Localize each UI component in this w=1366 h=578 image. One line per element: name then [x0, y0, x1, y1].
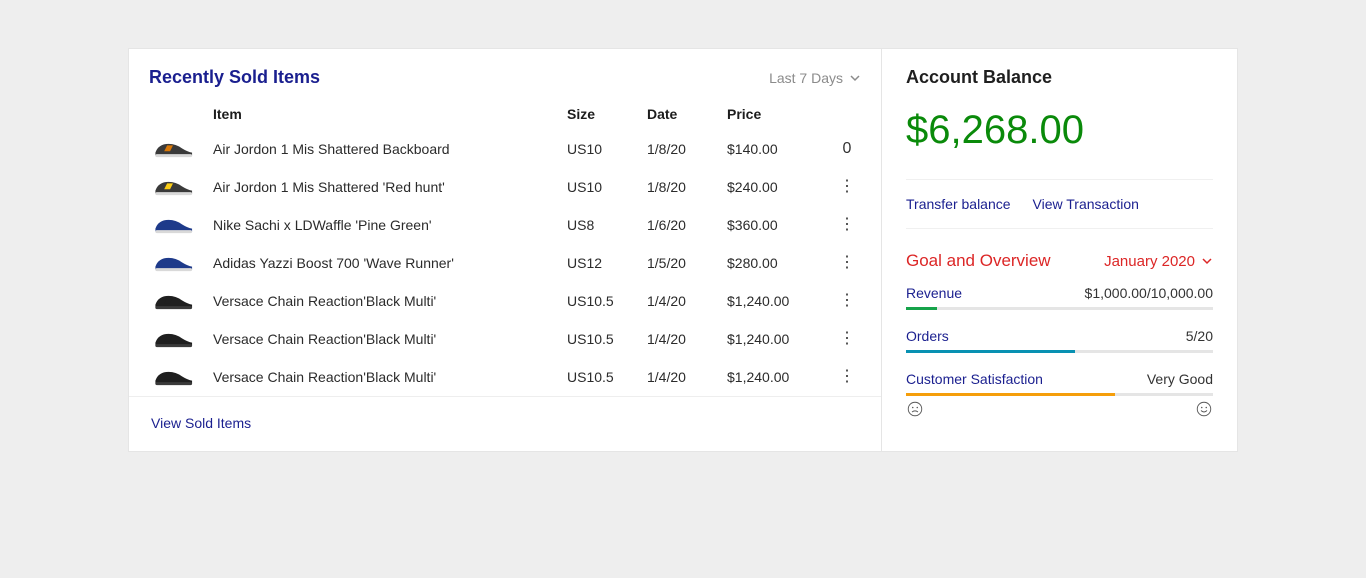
date-filter-dropdown[interactable]: Last 7 Days — [769, 70, 861, 86]
transfer-balance-link[interactable]: Transfer balance — [906, 196, 1011, 212]
item-price: $280.00 — [727, 255, 827, 271]
right-panel: Account Balance $6,268.00 Transfer balan… — [881, 49, 1237, 451]
item-thumbnail — [133, 174, 213, 200]
chevron-down-icon — [849, 72, 861, 84]
item-price: $140.00 — [727, 141, 827, 157]
row-actions-menu[interactable]: ⋮ — [827, 331, 867, 347]
table-row: Air Jordon 1 Mis Shattered 'Red hunt'US1… — [129, 168, 881, 206]
table-row: Versace Chain Reaction'Black Multi'US10.… — [129, 282, 881, 320]
item-thumbnail — [133, 288, 213, 314]
item-name: Versace Chain Reaction'Black Multi' — [213, 331, 567, 347]
goal-header: Goal and Overview January 2020 — [906, 229, 1213, 285]
goal-month-label: January 2020 — [1104, 253, 1195, 270]
row-actions-menu[interactable]: ⋮ — [827, 217, 867, 233]
satisfaction-bar — [906, 393, 1213, 396]
orders-label: Orders — [906, 328, 949, 344]
satisfaction-smiley-row — [906, 396, 1213, 418]
item-name: Versace Chain Reaction'Black Multi' — [213, 293, 567, 309]
item-price: $1,240.00 — [727, 369, 827, 385]
orders-metric: Orders 5/20 — [906, 328, 1213, 371]
row-actions-menu: 0 — [827, 140, 867, 158]
satisfaction-metric: Customer Satisfaction Very Good — [906, 371, 1213, 436]
date-filter-label: Last 7 Days — [769, 70, 843, 86]
orders-value: 5/20 — [1186, 328, 1213, 344]
item-thumbnail — [133, 136, 213, 162]
item-date: 1/4/20 — [647, 293, 727, 309]
table-row: Nike Sachi x LDWaffle 'Pine Green'US81/6… — [129, 206, 881, 244]
table-header: Item Size Date Price — [129, 96, 881, 130]
item-thumbnail — [133, 212, 213, 238]
sold-panel-header: Recently Sold Items Last 7 Days — [129, 49, 881, 96]
col-price: Price — [727, 106, 827, 122]
item-date: 1/4/20 — [647, 331, 727, 347]
recently-sold-panel: Recently Sold Items Last 7 Days Item Siz… — [129, 49, 881, 451]
satisfaction-label: Customer Satisfaction — [906, 371, 1043, 387]
smile-icon — [1195, 400, 1213, 418]
table-row: Adidas Yazzi Boost 700 'Wave Runner'US12… — [129, 244, 881, 282]
item-size: US12 — [567, 255, 647, 271]
item-name: Nike Sachi x LDWaffle 'Pine Green' — [213, 217, 567, 233]
item-price: $240.00 — [727, 179, 827, 195]
view-transaction-link[interactable]: View Transaction — [1033, 196, 1139, 212]
row-actions-menu[interactable]: ⋮ — [827, 369, 867, 385]
item-size: US10 — [567, 179, 647, 195]
col-date: Date — [647, 106, 727, 122]
item-size: US10 — [567, 141, 647, 157]
item-date: 1/5/20 — [647, 255, 727, 271]
col-size: Size — [567, 106, 647, 122]
sold-items-table: Item Size Date Price Air Jordon 1 Mis Sh… — [129, 96, 881, 396]
table-body: Air Jordon 1 Mis Shattered BackboardUS10… — [129, 130, 881, 396]
item-name: Air Jordon 1 Mis Shattered Backboard — [213, 141, 567, 157]
view-sold-items-link[interactable]: View Sold Items — [151, 415, 251, 431]
dashboard-container: Recently Sold Items Last 7 Days Item Siz… — [128, 48, 1238, 452]
table-row: Air Jordon 1 Mis Shattered BackboardUS10… — [129, 130, 881, 168]
row-actions-menu[interactable]: ⋮ — [827, 293, 867, 309]
account-balance-section: Account Balance $6,268.00 Transfer balan… — [882, 49, 1237, 436]
item-thumbnail — [133, 250, 213, 276]
item-size: US10.5 — [567, 331, 647, 347]
item-name: Versace Chain Reaction'Black Multi' — [213, 369, 567, 385]
chevron-down-icon — [1201, 255, 1213, 267]
table-row: Versace Chain Reaction'Black Multi'US10.… — [129, 358, 881, 396]
goal-month-dropdown[interactable]: January 2020 — [1104, 253, 1213, 270]
revenue-bar-fill — [906, 307, 937, 310]
row-actions-menu[interactable]: ⋮ — [827, 179, 867, 195]
table-row: Versace Chain Reaction'Black Multi'US10.… — [129, 320, 881, 358]
item-price: $1,240.00 — [727, 331, 827, 347]
goal-title: Goal and Overview — [906, 251, 1051, 271]
orders-bar — [906, 350, 1213, 353]
satisfaction-bar-fill — [906, 393, 1115, 396]
orders-bar-fill — [906, 350, 1075, 353]
item-size: US10.5 — [567, 293, 647, 309]
item-thumbnail — [133, 326, 213, 352]
frown-icon — [906, 400, 924, 418]
revenue-value: $1,000.00/10,000.00 — [1085, 285, 1213, 301]
balance-amount: $6,268.00 — [906, 88, 1213, 179]
item-name: Adidas Yazzi Boost 700 'Wave Runner' — [213, 255, 567, 271]
item-thumbnail — [133, 364, 213, 390]
item-size: US10.5 — [567, 369, 647, 385]
item-size: US8 — [567, 217, 647, 233]
revenue-label: Revenue — [906, 285, 962, 301]
revenue-metric: Revenue $1,000.00/10,000.00 — [906, 285, 1213, 328]
item-price: $1,240.00 — [727, 293, 827, 309]
item-price: $360.00 — [727, 217, 827, 233]
item-date: 1/6/20 — [647, 217, 727, 233]
item-date: 1/4/20 — [647, 369, 727, 385]
balance-links: Transfer balance View Transaction — [906, 179, 1213, 229]
satisfaction-value: Very Good — [1147, 371, 1213, 387]
item-date: 1/8/20 — [647, 179, 727, 195]
sold-panel-footer: View Sold Items — [129, 396, 881, 451]
sold-panel-title: Recently Sold Items — [149, 67, 320, 88]
balance-title: Account Balance — [906, 67, 1213, 88]
col-item: Item — [213, 106, 567, 122]
item-date: 1/8/20 — [647, 141, 727, 157]
item-name: Air Jordon 1 Mis Shattered 'Red hunt' — [213, 179, 567, 195]
row-actions-menu[interactable]: ⋮ — [827, 255, 867, 271]
revenue-bar — [906, 307, 1213, 310]
